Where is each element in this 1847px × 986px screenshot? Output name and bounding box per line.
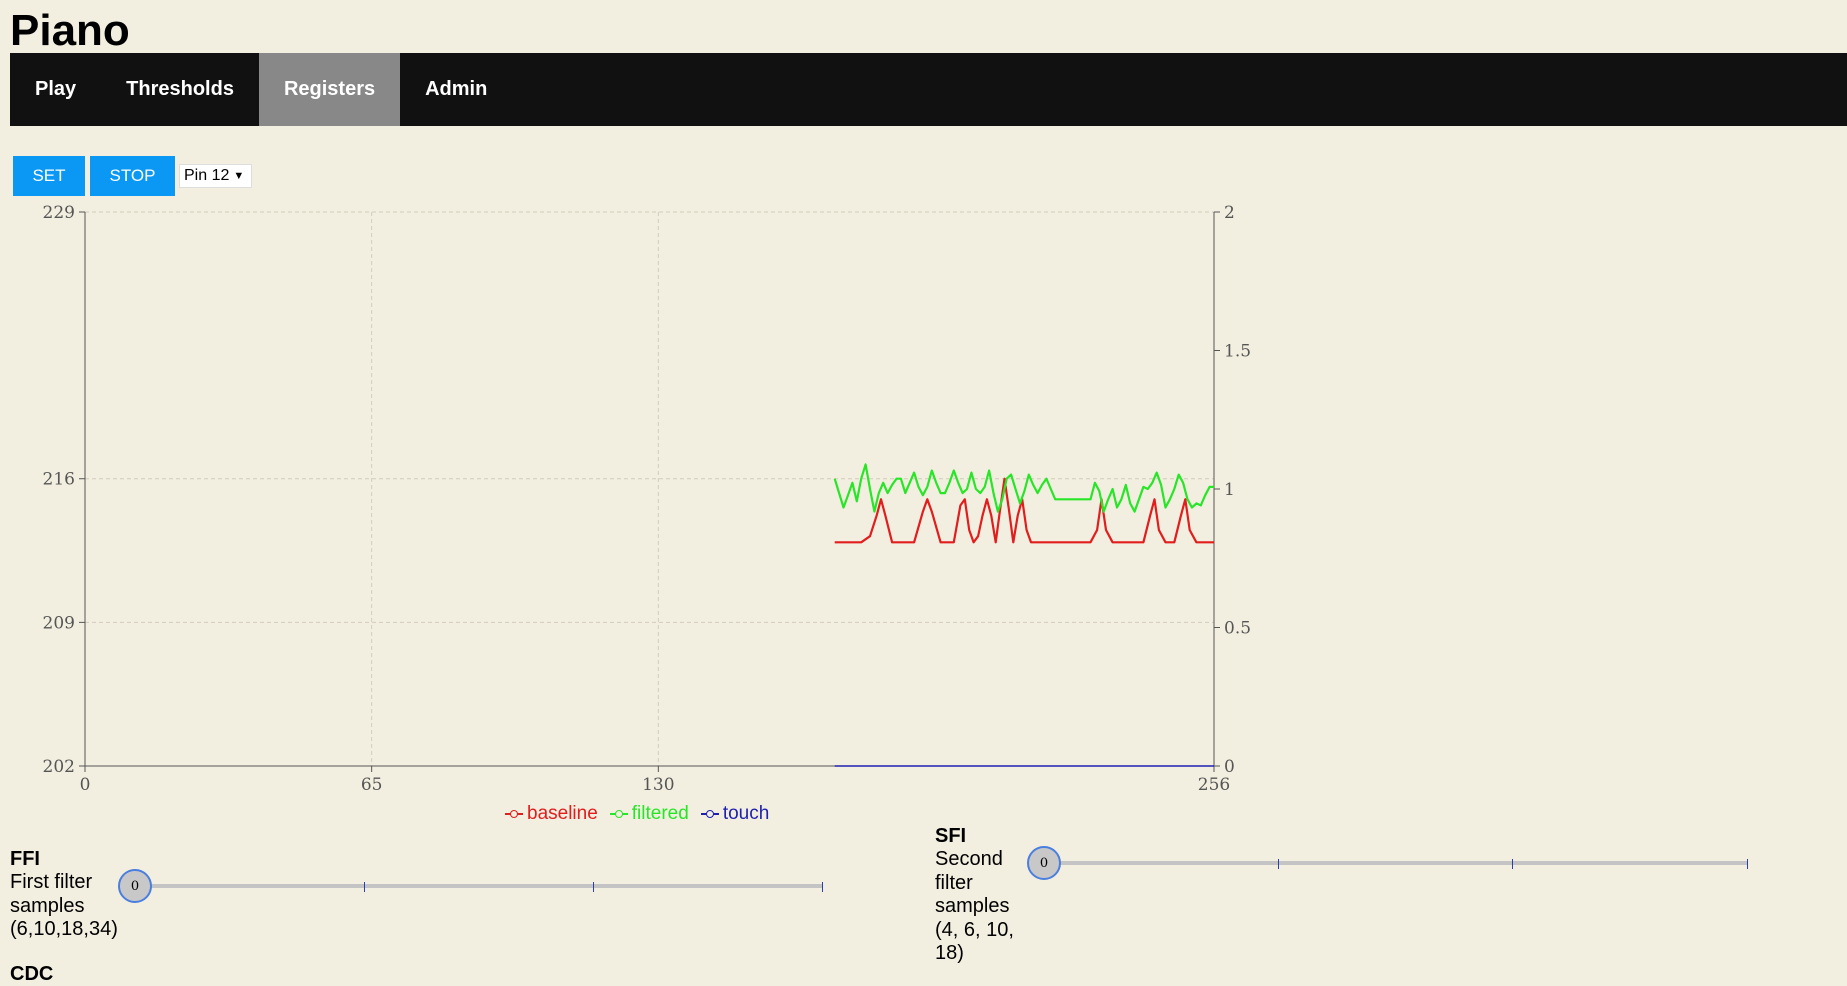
ffi-slider-tick	[364, 882, 365, 892]
y-right-tick-label: 1	[1224, 480, 1235, 500]
nav-tab-thresholds[interactable]: Thresholds	[101, 53, 259, 126]
sfi-description-line: (4, 6, 10,	[935, 918, 1014, 941]
sfi-slider-tick	[1512, 859, 1513, 869]
sfi-description-line: samples	[935, 895, 1010, 917]
legend-item-filtered[interactable]: filtered	[609, 803, 689, 825]
pin-select-value: Pin 12	[184, 167, 230, 184]
ffi-description: First filter samples (6,10,18,34)	[10, 871, 118, 942]
y-right-tick-label: 1.5	[1224, 342, 1251, 362]
page-title: Piano	[10, 6, 130, 55]
y-right-tick-label: 0.5	[1224, 619, 1251, 639]
sfi-description-line: Second	[935, 848, 1003, 870]
legend-item-touch[interactable]: touch	[700, 803, 770, 825]
chevron-down-icon: ▼	[233, 170, 245, 182]
nav-tab-play[interactable]: Play	[10, 53, 101, 126]
y-left-tick-label: 216	[43, 470, 75, 490]
cdc-label: CDC	[10, 963, 54, 985]
legend-marker-touch	[700, 809, 719, 819]
x-tick-label: 0	[80, 775, 91, 795]
sfi-slider-tick	[1278, 859, 1279, 869]
nav-tab-admin[interactable]: Admin	[400, 53, 512, 126]
y-right-tick-label: 2	[1224, 203, 1235, 223]
sfi-label: SFI	[935, 825, 967, 847]
y-left-tick-label: 229	[43, 203, 75, 223]
ffi-slider-track[interactable]	[136, 884, 823, 888]
legend-label-baseline: baseline	[527, 803, 598, 824]
sfi-description-line: filter	[935, 871, 973, 894]
ffi-slider-tick	[822, 882, 823, 892]
x-tick-label: 256	[1198, 775, 1230, 795]
pin-select[interactable]: Pin 12 ▼	[179, 164, 252, 188]
nav-tab-registers[interactable]: Registers	[258, 53, 401, 126]
sfi-description: Second filter samples (4, 6, 10, 18)	[935, 848, 1014, 966]
legend-item-baseline[interactable]: baseline	[505, 803, 598, 825]
ffi-label: FFI	[10, 848, 40, 870]
y-left-tick-label: 209	[43, 613, 75, 633]
ffi-description-line: First filter	[10, 871, 93, 893]
legend-marker-filtered	[609, 809, 628, 819]
legend-label-touch: touch	[722, 803, 770, 824]
stop-button[interactable]: STOP	[90, 156, 175, 196]
legend-marker-baseline	[505, 809, 523, 819]
y-right-tick-label: 0	[1224, 757, 1235, 777]
ffi-slider-tick	[593, 882, 594, 892]
sfi-description-line: 18)	[935, 942, 964, 964]
x-tick-label: 65	[361, 775, 383, 795]
sfi-slider-tick	[1747, 859, 1748, 869]
registers-chart: 202 209 216 229 0 0.5 1 1.5 2 0 65 130 256	[43, 203, 1252, 795]
chart-legend: baseline filtered touch	[505, 803, 769, 825]
ffi-description-line: (6,10,18,34)	[10, 918, 118, 940]
series-line-filtered	[833, 463, 1214, 513]
set-button[interactable]: SET	[13, 156, 85, 196]
x-tick-label: 130	[642, 775, 674, 795]
nav-bar: Play Thresholds Registers Admin	[10, 53, 1847, 126]
legend-label-filtered: filtered	[631, 803, 689, 824]
ffi-slider-handle[interactable]: 0	[118, 869, 152, 903]
ffi-description-line: samples	[10, 894, 85, 917]
sfi-slider-handle[interactable]: 0	[1027, 846, 1061, 880]
y-left-tick-label: 202	[43, 757, 75, 777]
sfi-slider-track[interactable]	[1045, 861, 1748, 865]
